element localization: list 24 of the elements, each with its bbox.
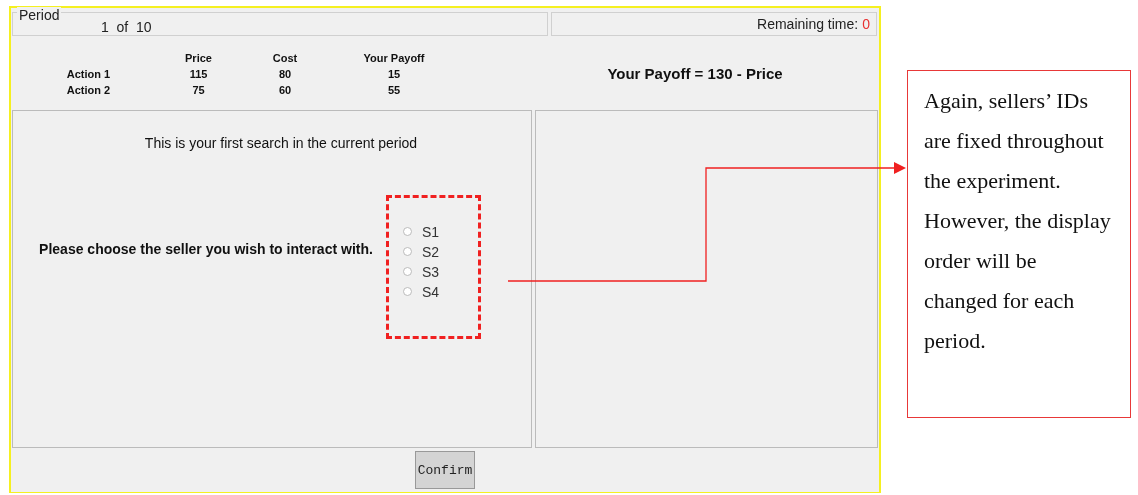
period-value: 1 of 10 (101, 19, 152, 35)
table-cell-text: 15 (386, 68, 402, 80)
seller-radio[interactable]: S1 (403, 223, 440, 240)
column-header: Your Payoff (362, 52, 426, 64)
seller-radio[interactable]: S2 (403, 243, 440, 260)
remaining-time-label: Remaining time: (757, 16, 859, 32)
period-label: Period (17, 7, 62, 23)
row-label: Action 1 (65, 68, 112, 80)
table-cell-text: 115 (188, 68, 209, 80)
table-cell-text: 80 (277, 68, 293, 80)
search-notice: This is your first search in the current period (144, 135, 418, 151)
payoff-formula: Your Payoff = 130 - Price (607, 64, 783, 82)
remaining-time-value: 0 (862, 16, 870, 32)
table-cell-text: 55 (386, 84, 402, 96)
column-header: Cost (271, 52, 299, 64)
row-label: Action 2 (65, 84, 112, 96)
confirm-button[interactable]: Confirm (415, 451, 475, 489)
column-header: Price (184, 52, 213, 64)
seller-radio[interactable]: S4 (403, 283, 440, 300)
annotation-text: Again, sellers’ IDs are fixed throughout the experiment. However, the display order will be changed for each period. (924, 88, 1111, 353)
seller-radio[interactable]: S3 (403, 263, 440, 280)
table-cell-text: 60 (277, 84, 293, 96)
seller-prompt: Please choose the seller you wish to interact with. (39, 241, 373, 257)
table-cell-text: 75 (191, 84, 206, 96)
